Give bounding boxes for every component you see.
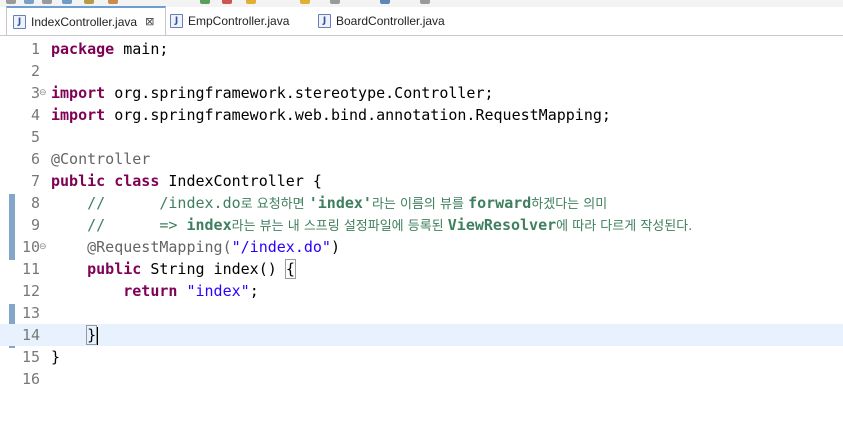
code-text: package main; — [51, 40, 169, 58]
toolbar-icon[interactable] — [222, 0, 232, 4]
tab-index-controller[interactable]: J IndexController.java ⊠ — [6, 6, 166, 35]
code-text: import org.springframework.stereotype.Co… — [51, 84, 494, 102]
tab-label: BoardController.java — [336, 14, 445, 28]
tab-label: IndexController.java — [31, 14, 138, 29]
line-number: 4 — [30, 106, 40, 124]
toolbar-icon[interactable] — [108, 0, 118, 4]
line-number: 1 — [30, 40, 40, 58]
editor-tab-bar: J IndexController.java ⊠ J EmpController… — [0, 6, 843, 36]
line-number: 12 — [21, 282, 40, 300]
line-number: 5 — [30, 128, 40, 146]
toolbar-icon[interactable] — [62, 0, 72, 4]
java-file-icon: J — [170, 14, 183, 28]
line-number: 16 — [21, 370, 40, 388]
code-editor[interactable]: 1 package main; 2 3 ⊖ import org.springf… — [0, 36, 843, 424]
code-line: 5 — [0, 126, 843, 148]
line-number: 9 — [30, 216, 40, 234]
java-file-icon: J — [318, 14, 331, 28]
line-number: 8 — [30, 194, 40, 212]
matched-brace: { — [284, 259, 296, 279]
code-text: public String index() { — [87, 259, 296, 279]
line-number: 7 — [30, 172, 40, 190]
tab-emp-controller[interactable]: J EmpController.java — [170, 7, 289, 35]
code-line: 6 @Controller — [0, 148, 843, 170]
code-line: 12 return "index"; — [0, 280, 843, 302]
toolbar-icon[interactable] — [6, 0, 16, 4]
toolbar-icon[interactable] — [300, 0, 310, 4]
line-number: 11 — [21, 260, 40, 278]
line-number: 13 — [21, 304, 40, 322]
code-text: @Controller — [51, 150, 151, 168]
line-number: 2 — [30, 62, 40, 80]
code-line: 1 package main; — [0, 38, 843, 60]
line-number: 3 — [30, 84, 40, 102]
toolbar-icon[interactable] — [420, 0, 430, 4]
current-line: 14 } — [0, 324, 843, 346]
close-icon[interactable]: ⊠ — [145, 15, 154, 28]
code-line: 15 } — [0, 346, 843, 368]
line-number: 6 — [30, 150, 40, 168]
code-line: 3 ⊖ import org.springframework.stereotyp… — [0, 82, 843, 104]
code-line: 2 — [0, 60, 843, 82]
toolbar-icon[interactable] — [380, 0, 390, 4]
matched-brace: } — [86, 325, 98, 345]
code-line: 8 // /index.do로 요청하면 'index'라는 이름의 뷰를 fo… — [0, 192, 843, 214]
code-text: } — [51, 348, 61, 366]
code-line: 9 // => index라는 뷰는 내 스프링 설정파일에 등록된 ViewR… — [0, 214, 843, 236]
code-line: 13 — [0, 302, 843, 324]
toolbar-icon[interactable] — [330, 0, 340, 4]
line-number: 14 — [21, 326, 40, 344]
code-comment: // /index.do로 요청하면 'index'라는 이름의 뷰를 forw… — [87, 194, 608, 212]
toolbar-icon[interactable] — [200, 0, 210, 4]
tab-label: EmpController.java — [188, 14, 290, 28]
toolbar-icon[interactable] — [246, 0, 256, 4]
toolbar-icon[interactable] — [42, 0, 52, 4]
line-number: 10 — [21, 238, 40, 256]
toolbar-icon[interactable] — [24, 0, 34, 4]
code-comment: // => index라는 뷰는 내 스프링 설정파일에 등록된 ViewRes… — [87, 216, 693, 234]
code-line: 7 public class IndexController { — [0, 170, 843, 192]
code-line: 11 public String index() { — [0, 258, 843, 280]
code-line: 4 import org.springframework.web.bind.an… — [0, 104, 843, 126]
tab-board-controller[interactable]: J BoardController.java — [318, 7, 445, 35]
code-text: @RequestMapping("/index.do") — [87, 238, 340, 256]
fold-toggle-icon[interactable]: ⊖ — [39, 89, 47, 98]
code-line: 10 ⊖ @RequestMapping("/index.do") — [0, 236, 843, 258]
code-text: } — [51, 324, 99, 346]
java-file-icon: J — [13, 14, 26, 29]
code-text: public class IndexController { — [51, 172, 322, 190]
code-line: 16 — [0, 368, 843, 390]
code-text: return "index"; — [123, 282, 259, 300]
fold-toggle-icon[interactable]: ⊖ — [39, 243, 47, 252]
text-caret — [97, 326, 99, 345]
code-text: import org.springframework.web.bind.anno… — [51, 106, 611, 124]
line-number: 15 — [21, 348, 40, 366]
toolbar-icon[interactable] — [84, 0, 94, 4]
